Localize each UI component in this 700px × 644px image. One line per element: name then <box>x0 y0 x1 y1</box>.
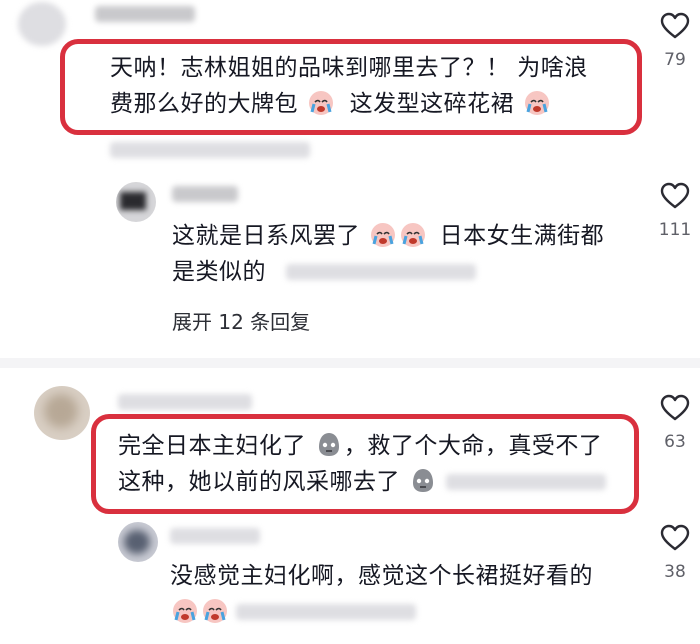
comment-text-line: 这就是日系风罢了 <box>172 223 360 249</box>
comment-meta <box>236 604 416 620</box>
comment-text: 是类似的 <box>172 252 266 292</box>
avatar[interactable] <box>118 522 158 562</box>
comment-text: 天呐！志林姐姐的品味到哪里去了？！ 为啥浪 <box>110 48 588 88</box>
avatar[interactable] <box>116 182 156 222</box>
crying-face-emoji <box>399 220 427 261</box>
comment-text: 费那么好的大牌包 这发型这碎花裙 <box>110 84 552 129</box>
like-count: 111 <box>658 220 692 240</box>
section-divider <box>0 358 700 368</box>
comment-text-line: 这发型这碎花裙 <box>349 91 515 117</box>
crying-face-emoji <box>307 88 335 129</box>
comment-text-line: 完全日本主妇化了 <box>118 433 306 459</box>
comment-text-line: 是类似的 <box>172 259 266 285</box>
comment-text: 没感觉主妇化啊，感觉这个长裙挺好看的 <box>170 556 593 596</box>
comment-meta <box>286 264 476 280</box>
comment-meta <box>110 142 310 158</box>
comment-text <box>170 592 230 637</box>
username[interactable] <box>118 394 252 410</box>
avatar[interactable] <box>18 2 66 46</box>
crying-face-emoji <box>201 596 229 637</box>
like-count: 79 <box>664 50 686 70</box>
comment-text-line: 日本女生满街都 <box>439 223 605 249</box>
like-button[interactable]: 38 <box>650 524 700 582</box>
like-button[interactable]: 111 <box>650 182 700 240</box>
comment-text-line: ，救了个大命，真受不了 <box>343 433 603 459</box>
like-button[interactable]: 63 <box>650 394 700 452</box>
username[interactable] <box>95 6 195 22</box>
like-count: 63 <box>664 432 686 452</box>
comment-meta <box>446 474 606 490</box>
heart-outline-icon <box>660 182 690 214</box>
username[interactable] <box>170 528 260 544</box>
crying-face-emoji <box>171 596 199 637</box>
like-button[interactable]: 79 <box>650 12 700 70</box>
avatar[interactable] <box>34 386 90 440</box>
heart-outline-icon <box>660 394 690 426</box>
comment-text: 这种，她以前的风采哪去了 <box>118 462 438 507</box>
like-count: 38 <box>664 562 686 582</box>
username[interactable] <box>172 186 238 202</box>
crying-face-emoji <box>369 220 397 261</box>
gray-blob-emoji <box>409 466 437 507</box>
comment-text-line: 费那么好的大牌包 <box>110 91 298 117</box>
comment-text-line: 没感觉主妇化啊，感觉这个长裙挺好看的 <box>170 563 593 589</box>
expand-replies-button[interactable]: 展开 12 条回复 <box>172 306 310 335</box>
crying-face-emoji <box>523 88 551 129</box>
comment-text-line: 这种，她以前的风采哪去了 <box>118 469 400 495</box>
heart-outline-icon <box>660 524 690 556</box>
comment-text-line: 天呐！志林姐姐的品味到哪里去了？！ 为啥浪 <box>110 55 588 81</box>
heart-outline-icon <box>660 12 690 44</box>
